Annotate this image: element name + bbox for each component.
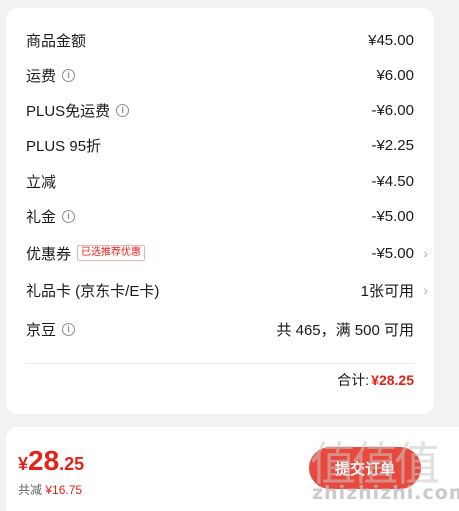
plus-discount-value: -¥2.25 — [371, 136, 414, 154]
saved-value: ¥16.75 — [45, 483, 83, 497]
row-jd-beans: 京豆 i 共 465，满 500 可用 — [26, 315, 414, 343]
chevron-right-icon[interactable]: › — [423, 245, 428, 261]
shipping-label: 运费 — [26, 67, 57, 85]
goods-amount-value: ¥45.00 — [368, 31, 414, 49]
saved-label: 共减 — [18, 483, 43, 497]
payable-price: ¥ 28 .25 — [18, 445, 84, 477]
goods-amount-label: 商品金额 — [26, 32, 87, 50]
gift-money-value: -¥5.00 — [371, 207, 414, 225]
instant-reduction-label: 立减 — [26, 173, 57, 191]
row-shipping: 运费 i ¥6.00 — [26, 61, 414, 89]
recommended-coupon-tag: 已选推荐优惠 — [77, 245, 146, 261]
row-plus-discount: PLUS 95折 -¥2.25 — [26, 131, 414, 159]
plus-discount-label: PLUS 95折 — [26, 137, 102, 155]
price-integer: 28 — [28, 445, 60, 476]
submit-order-button[interactable]: 提交订单 — [309, 447, 421, 489]
jd-beans-label: 京豆 — [26, 321, 57, 339]
info-icon[interactable]: i — [62, 322, 76, 336]
coupon-value: -¥5.00 — [371, 244, 414, 262]
order-summary-card: 商品金额 ¥45.00 运费 i ¥6.00 PLUS免运费 i -¥6.00 … — [6, 8, 434, 414]
row-plus-free-shipping: PLUS免运费 i -¥6.00 — [26, 96, 414, 124]
row-instant-reduction: 立减 -¥4.50 — [26, 167, 414, 195]
row-gift-card[interactable]: 礼品卡 (京东卡/E卡) 1张可用 › — [26, 276, 428, 304]
checkout-bar: ¥ 28 .25 共减 ¥16.75 提交订单 — [6, 427, 459, 511]
plus-free-shipping-label: PLUS免运费 — [26, 102, 111, 120]
gift-card-label: 礼品卡 (京东卡/E卡) — [26, 282, 160, 300]
chevron-right-icon[interactable]: › — [423, 282, 428, 298]
instant-reduction-value: -¥4.50 — [371, 172, 414, 190]
gift-card-value: 1张可用 — [360, 282, 414, 300]
info-icon[interactable]: i — [116, 103, 130, 117]
info-icon[interactable]: i — [62, 68, 76, 82]
row-gift-money: 礼金 i -¥5.00 — [26, 202, 414, 230]
row-coupon[interactable]: 优惠券 已选推荐优惠 -¥5.00 › — [26, 239, 428, 267]
total-value: ¥28.25 — [371, 372, 414, 388]
row-goods-amount: 商品金额 ¥45.00 — [26, 26, 414, 54]
price-currency: ¥ — [18, 454, 29, 474]
total-saved: 共减 ¥16.75 — [18, 481, 82, 498]
price-decimal: .25 — [59, 454, 85, 474]
shipping-value: ¥6.00 — [376, 66, 414, 84]
coupon-label: 优惠券 — [26, 245, 72, 263]
info-icon[interactable]: i — [62, 209, 76, 223]
plus-free-shipping-value: -¥6.00 — [371, 101, 414, 119]
gift-money-label: 礼金 — [26, 208, 57, 226]
order-total: 合计: ¥28.25 — [337, 370, 414, 390]
total-label: 合计: — [337, 372, 370, 388]
submit-order-label: 提交订单 — [334, 460, 395, 478]
jd-beans-value: 共 465，满 500 可用 — [276, 321, 414, 339]
divider — [26, 363, 414, 364]
